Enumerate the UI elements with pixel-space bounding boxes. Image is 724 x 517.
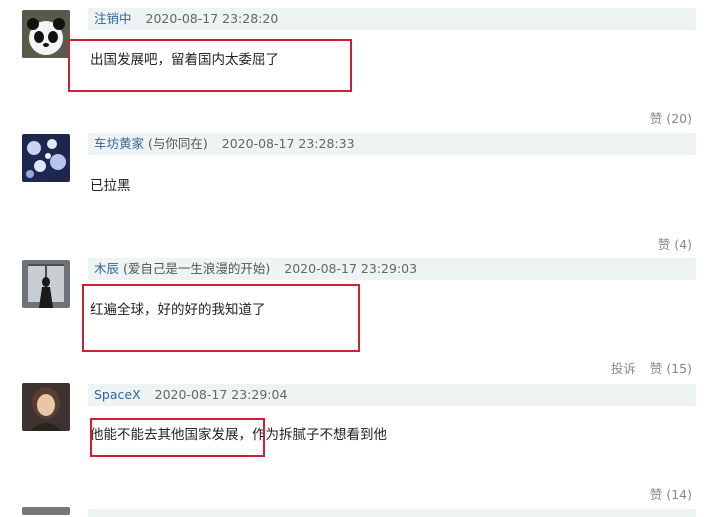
like-count: (14) — [666, 487, 692, 502]
flower-icon — [22, 134, 70, 182]
username-link[interactable]: 木辰 — [94, 261, 119, 276]
like-label: 赞 — [657, 237, 671, 252]
avatar-window[interactable] — [22, 260, 70, 308]
highlight-box — [90, 418, 265, 457]
like-button[interactable]: 赞 (14) — [650, 487, 692, 502]
highlight-box — [82, 284, 360, 352]
comment-actions: 赞 (14) — [640, 484, 692, 503]
timestamp: 2020-08-17 23:29:03 — [284, 261, 418, 276]
panda-icon — [22, 10, 70, 58]
user-signature: (与你同在) — [148, 136, 208, 151]
like-button[interactable]: 赞 (15) — [650, 361, 692, 376]
silhouette-icon — [22, 260, 70, 308]
comment-actions: 赞 (4) — [648, 234, 692, 253]
report-button[interactable]: 投诉 — [611, 361, 636, 376]
like-button[interactable]: 赞 (20) — [650, 111, 692, 126]
username-link[interactable]: SpaceX — [94, 387, 141, 402]
comment-actions: 赞 (20) — [640, 108, 692, 127]
comment-meta: 车坊黄家 (与你同在) 2020-08-17 23:28:33 — [88, 133, 696, 155]
like-label: 赞 — [649, 111, 663, 126]
like-count: (4) — [674, 237, 692, 252]
comment-text: 已拉黑 — [90, 178, 131, 194]
avatar-panda[interactable] — [22, 10, 70, 58]
like-label: 赞 — [649, 487, 663, 502]
timestamp: 2020-08-17 23:29:04 — [154, 387, 288, 402]
avatar-flowers[interactable] — [22, 134, 70, 182]
user-signature: (爱自己是一生浪漫的开始) — [123, 261, 271, 276]
highlight-box — [68, 39, 352, 92]
username-link[interactable]: 车坊黄家 — [94, 136, 144, 151]
comment-actions: 投诉 赞 (15) — [601, 358, 692, 377]
comment-meta-partial — [88, 509, 696, 517]
like-label: 赞 — [649, 361, 663, 376]
portrait-icon — [22, 383, 70, 431]
comment-meta: 木辰 (爱自己是一生浪漫的开始) 2020-08-17 23:29:03 — [88, 258, 696, 280]
timestamp: 2020-08-17 23:28:20 — [145, 11, 279, 26]
like-button[interactable]: 赞 (4) — [658, 237, 692, 252]
avatar-portrait[interactable] — [22, 383, 70, 431]
comment-meta: 注销中 2020-08-17 23:28:20 — [88, 8, 696, 30]
username-link[interactable]: 注销中 — [94, 11, 132, 26]
timestamp: 2020-08-17 23:28:33 — [221, 136, 355, 151]
like-count: (20) — [666, 111, 692, 126]
avatar-partial[interactable] — [22, 507, 70, 515]
comment-meta: SpaceX 2020-08-17 23:29:04 — [88, 384, 696, 406]
like-count: (15) — [666, 361, 692, 376]
